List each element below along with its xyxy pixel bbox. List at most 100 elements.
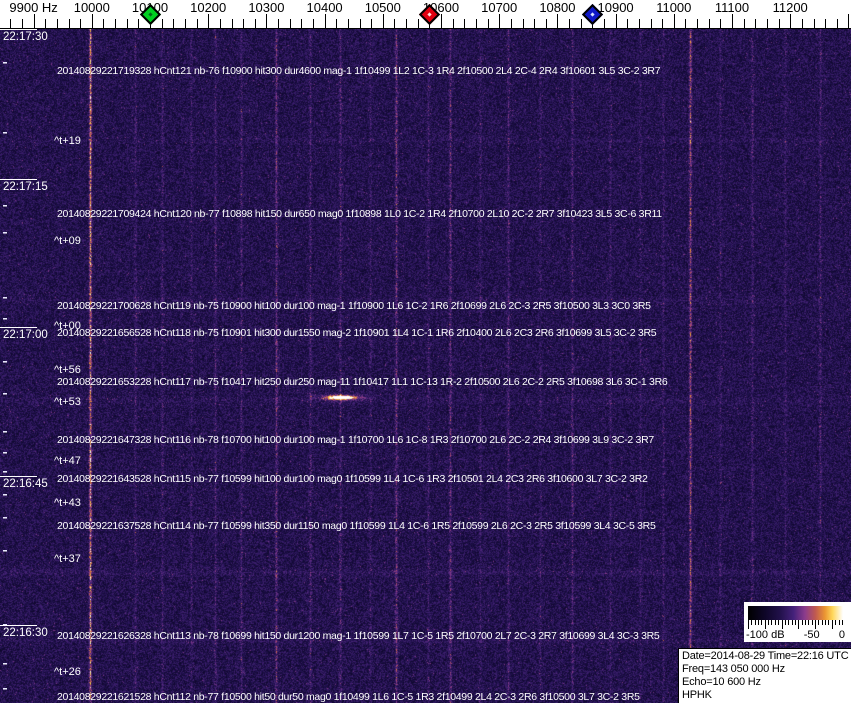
event-time-tick [3,663,7,664]
ruler-major-tick [848,14,850,28]
time-offset-marker: ^t+47 [54,455,81,467]
ruler-minor-tick [522,19,524,28]
ruler-label-9900: 9900 Hz [9,0,58,15]
ruler-minor-tick [813,19,815,28]
ruler-label-11100: 11100 [714,0,750,15]
event-time-tick [3,688,7,689]
ruler-minor-tick [45,19,47,28]
ruler-minor-tick [10,19,12,28]
ruler-minor-tick [580,19,582,28]
ruler-minor-tick [278,19,279,28]
ruler-minor-tick [801,19,803,28]
ruler-minor-tick [126,19,128,28]
ruler-major-tick [324,14,326,28]
event-time-tick [3,361,7,362]
ruler-minor-tick [289,19,291,28]
time-label: 22:16:45 [3,478,48,490]
event-time-tick [3,318,7,319]
detection-log-line: 20140829221626328 hCnt113 nb-78 f10699 h… [57,630,660,642]
ruler-minor-tick [510,19,512,28]
detection-log-line: 20140829221653228 hCnt117 nb-75 f10417 h… [57,376,668,388]
ruler-minor-tick [638,19,640,28]
meteor-spectrogram-app: 9900 Hz100001010010200103001040010500106… [0,0,851,703]
scale-label-mid: -50 [803,629,820,641]
ruler-minor-tick [103,19,105,28]
event-time-tick [3,232,7,233]
ruler-minor-tick [371,19,373,28]
ruler-minor-tick [56,19,58,28]
ruler-major-tick [615,14,617,28]
time-offset-marker: ^t+37 [54,553,81,565]
time-label: 22:17:15 [3,181,48,193]
ruler-major-tick [441,14,442,28]
ruler-minor-tick [80,19,82,28]
observation-info-box: Date=2014-08-29 Time=22:16 UTC Freq=143 … [678,648,851,703]
ruler-minor-tick [627,19,629,28]
detection-log-line: 20140829221700628 hCnt119 nb-75 f10900 h… [57,300,651,312]
ruler-minor-tick [662,19,664,28]
ruler-minor-tick [336,19,338,28]
event-time-tick [3,431,7,432]
colormap-gradient-bar [748,606,843,620]
ruler-minor-tick [720,19,722,28]
ruler-minor-tick [161,19,163,28]
time-offset-marker: ^t+26 [54,666,81,678]
time-label-overline [0,179,37,180]
ruler-major-tick [790,14,792,28]
detection-log-line: 20140829221637528 hCnt114 nb-77 f10599 h… [57,520,656,532]
ruler-minor-tick [196,19,198,28]
ruler-minor-tick [464,19,466,28]
scale-label-min: -100 dB [746,629,785,641]
ruler-minor-tick [475,19,477,28]
ruler-label-10800: 10800 [539,0,576,15]
ruler-label-10300: 10300 [248,0,285,15]
ruler-minor-tick [778,19,780,28]
event-time-tick [3,62,7,63]
ruler-major-tick [33,14,35,28]
ruler-minor-tick [219,19,221,28]
time-offset-marker: ^t+19 [54,135,81,147]
ruler-major-tick [382,14,384,28]
ruler-label-11200: 11200 [772,0,808,15]
info-date-time: Date=2014-08-29 Time=22:16 UTC [682,650,849,662]
ruler-minor-tick [138,19,140,28]
ruler-minor-tick [545,19,547,28]
ruler-major-tick [732,14,733,28]
ruler-minor-tick [254,19,256,28]
info-echo-frequency: Echo=10 600 Hz [682,676,761,688]
ruler-minor-tick [836,19,838,28]
ruler-minor-tick [173,19,175,28]
marker-green-center-dot [148,12,153,17]
annotation-overlay: 22:17:30 22:17:15 22:17:00 22:16:45 22:16:30… [0,0,851,703]
event-time-tick [3,297,7,298]
event-time-tick [3,517,7,518]
ruler-minor-tick [685,19,687,28]
ruler-minor-tick [394,19,396,28]
detection-log-line: 20140829221621528 hCnt112 nb-77 f10500 h… [57,691,640,703]
time-offset-marker: ^t+09 [54,235,81,247]
ruler-minor-tick [604,19,605,28]
ruler-label-10200: 10200 [190,0,227,15]
ruler-minor-tick [406,19,408,28]
ruler-major-tick [673,14,675,28]
scale-labels: -100 dB -50 0 [746,629,845,641]
time-label-overline [0,29,37,30]
time-label: 22:17:30 [3,31,48,43]
marker-red-center-dot [427,12,433,17]
event-time-tick [3,132,7,133]
ruler-minor-tick [68,19,70,28]
ruler-minor-tick [243,19,245,28]
ruler-minor-tick [301,19,303,28]
frequency-ruler: 9900 Hz100001010010200103001040010500106… [0,0,851,29]
time-label: 22:16:30 [3,627,48,639]
time-offset-marker: ^t+56 [54,364,81,376]
ruler-label-10400: 10400 [306,0,343,15]
time-label-overline [0,327,37,328]
detection-log-line: 20140829221656528 hCnt118 nb-75 f10901 h… [57,327,657,339]
info-station-code: HPHK [682,689,712,701]
ruler-minor-tick [743,19,745,28]
ruler-minor-tick [650,19,652,28]
ruler-minor-tick [452,19,454,28]
intensity-scale-legend: -100 dB -50 0 [744,602,851,642]
detection-log-line: 20140829221709424 hCnt120 nb-77 f10898 h… [57,208,662,220]
